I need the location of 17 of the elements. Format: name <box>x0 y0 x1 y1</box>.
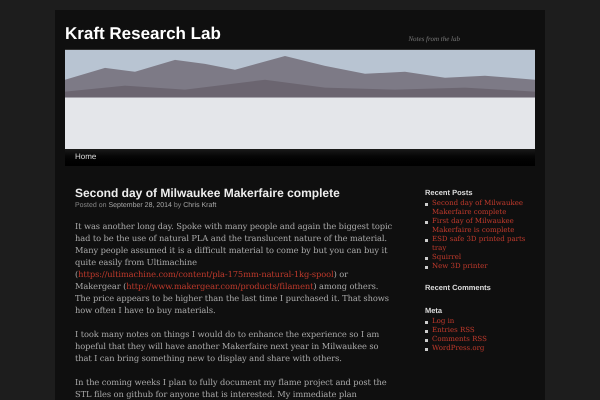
bullet-icon <box>425 220 428 224</box>
post-title[interactable]: Second day of Milwaukee Makerfaire complete <box>75 186 395 200</box>
bullet-icon <box>425 330 428 332</box>
post-link[interactable]: https://ultimachine.com/content/pla-175mm-natural-1kg-spool <box>78 269 334 279</box>
bullet-icon <box>425 320 428 324</box>
nav-link[interactable]: Home <box>75 151 96 164</box>
bullet-icon <box>425 266 428 268</box>
bullet-icon <box>425 256 428 260</box>
post-paragraph: In the coming weeks I plan to fully document my flame project and post the STL files on github for anyone that is interested. My immediate plan <box>75 376 388 400</box>
post-paragraph: I took many notes on things I would do to enhance the experience so I am hopeful that they will have another Makerfaire next year in Milwaukee so that I can bring something new to display and share with others. <box>75 328 380 364</box>
bullet-icon <box>425 202 428 206</box>
post-paragraph: It was another long day. Spoke with many people and again the biggest topic had to be the use of natural PLA and the translucent nature of the material. Many people assumed it is a difficult material to come by but you can buy it quite easily from Ultimachine (https://ultimachine.com/content/pla-175mm-natural-1kg-spool) or Makergear (http://www.makergear.com/products/filament) among others. The price appears to be higher than the last time I purchased it. That shows how often I have to buy materials. <box>75 220 394 316</box>
bullet-icon <box>425 238 428 242</box>
bullet-icon <box>425 338 428 342</box>
post-link[interactable]: http://www.makergear.com/products/filament <box>126 281 314 291</box>
site-title[interactable]: Kraft Research Lab <box>65 24 221 44</box>
bullet-icon <box>425 348 428 350</box>
